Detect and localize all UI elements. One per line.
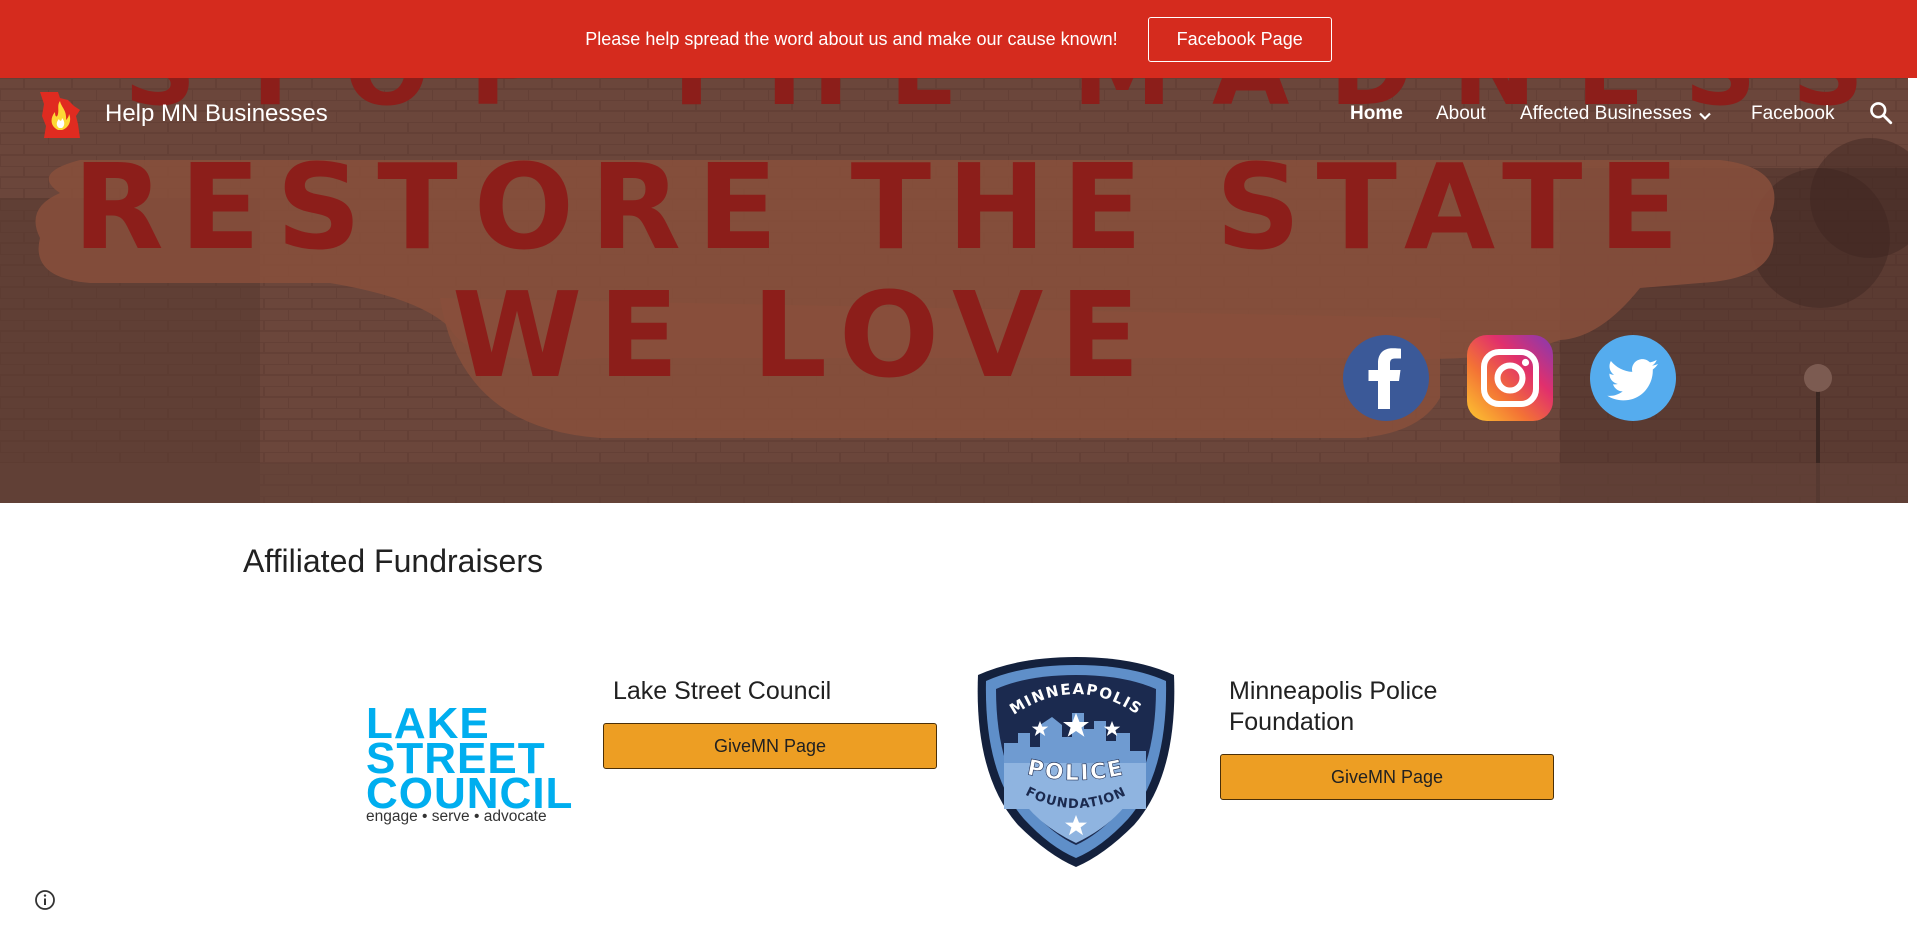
info-icon[interactable] xyxy=(34,889,56,911)
facebook-page-button[interactable]: Facebook Page xyxy=(1147,16,1332,62)
hero-headline-line-2: RESTORE THE STATE xyxy=(72,138,1696,276)
nav-item-facebook[interactable]: Facebook xyxy=(1751,103,1834,125)
search-icon[interactable] xyxy=(1868,100,1894,126)
section-title: Affiliated Fundraisers xyxy=(243,543,543,579)
announcement-text: Please help spread the word about us and… xyxy=(585,28,1118,49)
nav-item-about[interactable]: About xyxy=(1436,103,1486,125)
minneapolis-police-foundation-badge[interactable]: MINNEAPOLIS POLICE FOUNDATION xyxy=(974,655,1178,869)
givemn-page-button-lake-street[interactable]: GiveMN Page xyxy=(603,723,937,769)
minnesota-flame-logo-icon[interactable] xyxy=(38,90,82,140)
fundraiser-name-lake-street-council: Lake Street Council xyxy=(613,677,832,705)
lake-street-council-logo[interactable]: LAKE STREET COUNCIL engage • serve • adv… xyxy=(366,702,572,830)
lsc-logo-tagline: engage • serve • advocate xyxy=(366,808,547,825)
twitter-icon[interactable] xyxy=(1590,335,1676,421)
givemn-page-button-police-foundation[interactable]: GiveMN Page xyxy=(1220,754,1554,800)
fundraiser-name-minneapolis-police-foundation: Minneapolis Police Foundation xyxy=(1229,677,1438,736)
facebook-icon[interactable] xyxy=(1343,335,1429,421)
instagram-icon[interactable] xyxy=(1467,335,1553,421)
site-header: Help MN Businesses Home About Affected B… xyxy=(0,78,1908,150)
site-title[interactable]: Help MN Businesses xyxy=(105,100,328,128)
chevron-down-icon[interactable] xyxy=(1697,108,1713,124)
nav-item-home[interactable]: Home xyxy=(1350,103,1403,125)
nav-item-affected-businesses[interactable]: Affected Businesses xyxy=(1520,103,1692,125)
announcement-bar: Please help spread the word about us and… xyxy=(0,0,1917,78)
